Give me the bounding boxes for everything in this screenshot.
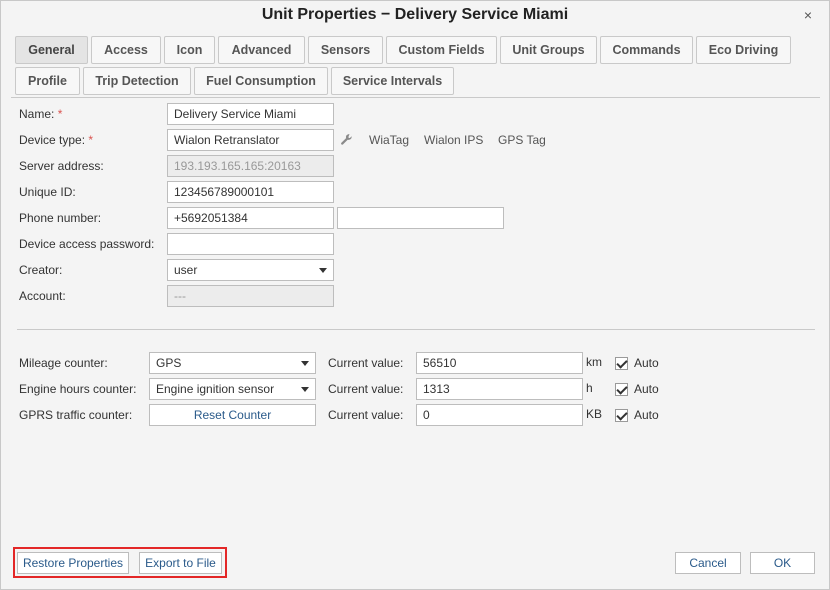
account-field: --- <box>167 285 334 307</box>
general-panel <box>11 97 820 541</box>
engine-hours-counter-value: Engine ignition sensor <box>156 382 275 396</box>
mileage-auto-label: Auto <box>634 356 659 370</box>
reset-counter-button[interactable]: Reset Counter <box>149 404 316 426</box>
gprs-auto-checkbox[interactable] <box>615 409 628 422</box>
tab-icon[interactable]: Icon <box>164 36 215 64</box>
account-label: Account: <box>19 289 66 303</box>
ok-button[interactable]: OK <box>750 552 815 574</box>
engine-auto-label: Auto <box>634 382 659 396</box>
mileage-counter-select[interactable]: GPS <box>149 352 316 374</box>
phone-number-label: Phone number: <box>19 211 102 225</box>
chevron-down-icon <box>301 387 309 392</box>
creator-label: Creator: <box>19 263 63 277</box>
wrench-icon[interactable] <box>340 133 354 147</box>
gprs-current-value-input[interactable]: 0 <box>416 404 583 426</box>
engine-current-value-label: Current value: <box>328 382 404 396</box>
tab-access[interactable]: Access <box>91 36 161 64</box>
engine-auto-checkbox[interactable] <box>615 383 628 396</box>
gprs-current-value-label: Current value: <box>328 408 404 422</box>
name-label: Name: * <box>19 107 63 121</box>
creator-value: user <box>174 263 198 277</box>
tab-unit-groups[interactable]: Unit Groups <box>500 36 597 64</box>
engine-unit: h <box>586 381 593 395</box>
tab-general[interactable]: General <box>15 36 88 64</box>
tab-service-intervals[interactable]: Service Intervals <box>331 67 454 95</box>
engine-hours-counter-label: Engine hours counter: <box>19 382 137 396</box>
mileage-current-value-input[interactable]: 56510 <box>416 352 583 374</box>
chevron-down-icon <box>301 361 309 366</box>
tab-custom-fields[interactable]: Custom Fields <box>386 36 497 64</box>
device-type-label: Device type: * <box>19 133 94 147</box>
tab-commands[interactable]: Commands <box>600 36 693 64</box>
engine-current-value-input[interactable]: 1313 <box>416 378 583 400</box>
unique-id-label: Unique ID: <box>19 185 76 199</box>
unit-properties-dialog: Unit Properties − Delivery Service Miami… <box>0 0 830 590</box>
creator-select[interactable]: user <box>167 259 334 281</box>
gprs-unit: KB <box>586 407 603 421</box>
device-type-input[interactable]: Wialon Retranslator <box>167 129 334 151</box>
tab-trip-detection[interactable]: Trip Detection <box>83 67 191 95</box>
device-type-gps-tag-link[interactable]: GPS Tag <box>498 133 546 147</box>
name-input[interactable]: Delivery Service Miami <box>167 103 334 125</box>
mileage-counter-label: Mileage counter: <box>19 356 108 370</box>
export-to-file-button[interactable]: Export to File <box>139 552 222 574</box>
mileage-current-value-label: Current value: <box>328 356 404 370</box>
device-type-wialon-ips-link[interactable]: Wialon IPS <box>424 133 483 147</box>
tab-eco-driving[interactable]: Eco Driving <box>696 36 791 64</box>
mileage-counter-value: GPS <box>156 356 182 370</box>
phone-number-input[interactable]: +5692051384 <box>167 207 334 229</box>
device-password-label: Device access password: <box>19 237 155 251</box>
cancel-button[interactable]: Cancel <box>675 552 741 574</box>
dialog-title: Unit Properties − Delivery Service Miami <box>261 6 569 23</box>
server-address-label: Server address: <box>19 159 104 173</box>
device-password-input[interactable] <box>167 233 334 255</box>
phone-number-2-input[interactable] <box>337 207 504 229</box>
gprs-traffic-counter-label: GPRS traffic counter: <box>19 408 133 422</box>
server-address-field: 193.193.165.165:20163 <box>167 155 334 177</box>
tab-sensors[interactable]: Sensors <box>308 36 383 64</box>
close-icon[interactable]: × <box>801 8 815 22</box>
engine-hours-counter-select[interactable]: Engine ignition sensor <box>149 378 316 400</box>
mileage-unit: km <box>586 355 602 369</box>
tab-fuel-consumption[interactable]: Fuel Consumption <box>194 67 328 95</box>
tab-profile[interactable]: Profile <box>15 67 80 95</box>
unique-id-input[interactable]: 123456789000101 <box>167 181 334 203</box>
restore-properties-button[interactable]: Restore Properties <box>17 552 129 574</box>
chevron-down-icon <box>319 268 327 273</box>
mileage-auto-checkbox[interactable] <box>615 357 628 370</box>
device-type-wiatag-link[interactable]: WiaTag <box>369 133 409 147</box>
section-divider <box>17 329 815 330</box>
tab-advanced[interactable]: Advanced <box>218 36 305 64</box>
gprs-auto-label: Auto <box>634 408 659 422</box>
